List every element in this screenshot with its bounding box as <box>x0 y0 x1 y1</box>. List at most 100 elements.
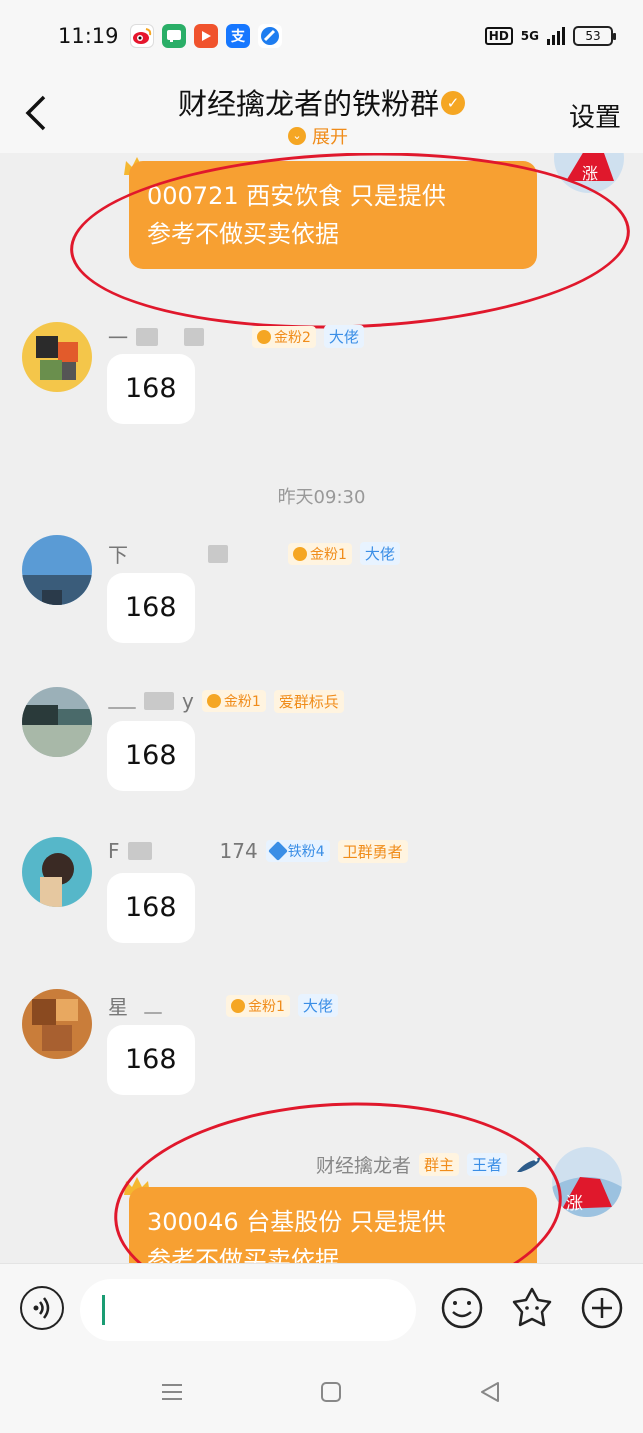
fan-level-badge: 金粉1 <box>288 542 352 565</box>
message-input[interactable] <box>80 1279 416 1341</box>
sender-name-redacted <box>136 327 158 346</box>
svg-text:涨: 涨 <box>566 1194 583 1214</box>
notification-icons: 支 <box>130 24 282 48</box>
more-button[interactable] <box>580 1286 624 1330</box>
alipay-icon: 支 <box>226 24 250 48</box>
expand-button[interactable]: ⌄ 展开 <box>288 123 348 149</box>
sender-name: 星 <box>108 995 128 1019</box>
sender-name-redacted <box>144 692 174 710</box>
message-bubble[interactable]: 168 <box>107 1025 195 1095</box>
sender-name-redacted <box>208 544 228 563</box>
message-bubble[interactable]: 168 <box>107 721 195 791</box>
sticker-button[interactable] <box>510 1286 554 1330</box>
sender-name-redacted <box>108 707 136 709</box>
voice-button[interactable] <box>20 1286 64 1330</box>
message-member-3: y 金粉1 爱群标兵 168 <box>0 685 643 805</box>
emoji-button[interactable] <box>440 1286 484 1330</box>
message-member-1: 一 金粉2 大佬 168 <box>0 318 643 438</box>
sticker-icon <box>512 1287 552 1327</box>
title-tag: 卫群勇者 <box>337 839 408 863</box>
text-caret <box>102 1295 105 1325</box>
status-time: 11:19 <box>58 24 119 48</box>
fan-badge-icon <box>257 329 271 344</box>
avatar[interactable] <box>22 837 92 907</box>
fan-level: 金粉2 <box>274 329 311 346</box>
fan-level: 金粉1 <box>223 694 261 710</box>
sender-meta: 星 金粉1 大佬 <box>108 991 338 1020</box>
network-label: 5G <box>520 29 539 43</box>
message-member-4: F 174 铁粉4 卫群勇者 168 <box>0 835 643 955</box>
timestamp: 昨天09:30 <box>277 487 366 508</box>
battery-icon: 53 <box>573 26 616 46</box>
status-bar: 11:19 支 HD 5G 53 <box>0 0 643 75</box>
message-own-1: 000721 西安饮食 只是提供 参考不做买卖依据 涨 <box>0 153 643 283</box>
fan-badge-icon <box>267 841 288 861</box>
fan-level: 金粉1 <box>310 546 347 563</box>
sender-name: 一 <box>108 326 128 350</box>
sender-name-suffix: 174 <box>219 839 258 863</box>
expand-label: 展开 <box>312 127 348 148</box>
fan-level-badge: 金粉1 <box>201 690 266 712</box>
sender-meta: 下 金粉1 大佬 <box>108 539 400 568</box>
sender-name-redacted <box>184 327 204 346</box>
sender-meta: 财经擒龙者 群主 王者 <box>316 1151 543 1178</box>
sender-meta: 一 金粉2 大佬 <box>108 322 364 351</box>
message-bubble[interactable]: 168 <box>107 354 195 424</box>
back-nav-button[interactable] <box>478 1380 502 1408</box>
avatar[interactable] <box>22 989 92 1059</box>
message-bubble[interactable]: 168 <box>107 873 195 943</box>
emoji-icon <box>441 1287 483 1329</box>
menu-icon <box>162 1384 182 1400</box>
avatar[interactable] <box>22 535 92 605</box>
video-icon <box>194 24 218 48</box>
plus-icon <box>581 1287 623 1329</box>
message-member-5: 星 金粉1 大佬 168 <box>0 987 643 1107</box>
verified-icon: ✓ <box>441 91 465 115</box>
avatar[interactable] <box>22 687 92 757</box>
message-text-line1: 000721 西安饮食 只是提供 <box>147 182 446 210</box>
message-owner: 财经擒龙者 群主 王者 涨 300046 台基股份 只是提供 参考不做买卖依据 <box>0 1147 643 1263</box>
fan-badge-icon <box>293 546 307 561</box>
chat-header: 财经擒龙者的铁粉群 ✓ ⌄ 展开 设置 <box>0 75 643 153</box>
sender-name: y <box>182 689 194 713</box>
sender-name: 财经擒龙者 <box>315 1155 411 1177</box>
avatar[interactable]: 涨 <box>554 153 624 193</box>
message-bubble[interactable]: 168 <box>107 573 195 643</box>
home-icon <box>321 1382 341 1402</box>
fan-level-badge: 铁粉4 <box>265 840 330 862</box>
sender-name-redacted <box>144 1011 162 1014</box>
home-button[interactable] <box>319 1380 343 1408</box>
sender-meta: F 174 铁粉4 卫群勇者 <box>108 839 408 863</box>
avatar[interactable] <box>22 322 92 392</box>
message-text-line1: 300046 台基股份 只是提供 <box>147 1208 446 1236</box>
fan-level: 金粉1 <box>248 998 285 1015</box>
signal-icon <box>547 27 565 45</box>
fan-badge-icon <box>206 694 221 708</box>
message-list[interactable]: 000721 西安饮食 只是提供 参考不做买卖依据 涨 一 金粉2 大佬 168… <box>0 153 643 1263</box>
fan-level-badge: 金粉1 <box>226 994 290 1017</box>
back-triangle-icon <box>481 1382 499 1402</box>
menu-button[interactable] <box>160 1380 184 1408</box>
rank-tag: 王者 <box>466 1153 507 1176</box>
role-tag: 群主 <box>418 1153 459 1176</box>
sender-meta: y 金粉1 爱群标兵 <box>108 689 344 713</box>
fan-level-badge: 金粉2 <box>252 325 316 348</box>
settings-button[interactable]: 设置 <box>569 97 621 134</box>
title-tag: 大佬 <box>297 994 338 1017</box>
svg-text:涨: 涨 <box>582 164 598 183</box>
group-title-row: 财经擒龙者的铁粉群 ✓ <box>0 81 643 123</box>
weibo-icon <box>130 24 154 48</box>
avatar[interactable]: 涨 <box>552 1147 622 1217</box>
sender-name-redacted <box>127 842 152 860</box>
sender-name: 下 <box>108 543 128 567</box>
title-tag: 爱群标兵 <box>273 689 344 713</box>
battery-level: 53 <box>585 29 601 43</box>
message-bubble[interactable]: 300046 台基股份 只是提供 参考不做买卖依据 <box>129 1187 537 1263</box>
message-member-2: 下 金粉1 大佬 168 <box>0 535 643 655</box>
message-bubble[interactable]: 000721 西安饮食 只是提供 参考不做买卖依据 <box>129 161 537 269</box>
fan-level: 铁粉4 <box>287 844 325 860</box>
wechat-icon <box>162 24 186 48</box>
system-nav-bar <box>0 1358 643 1433</box>
system-icons: HD 5G 53 <box>484 26 616 46</box>
expand-icon: ⌄ <box>288 127 306 145</box>
